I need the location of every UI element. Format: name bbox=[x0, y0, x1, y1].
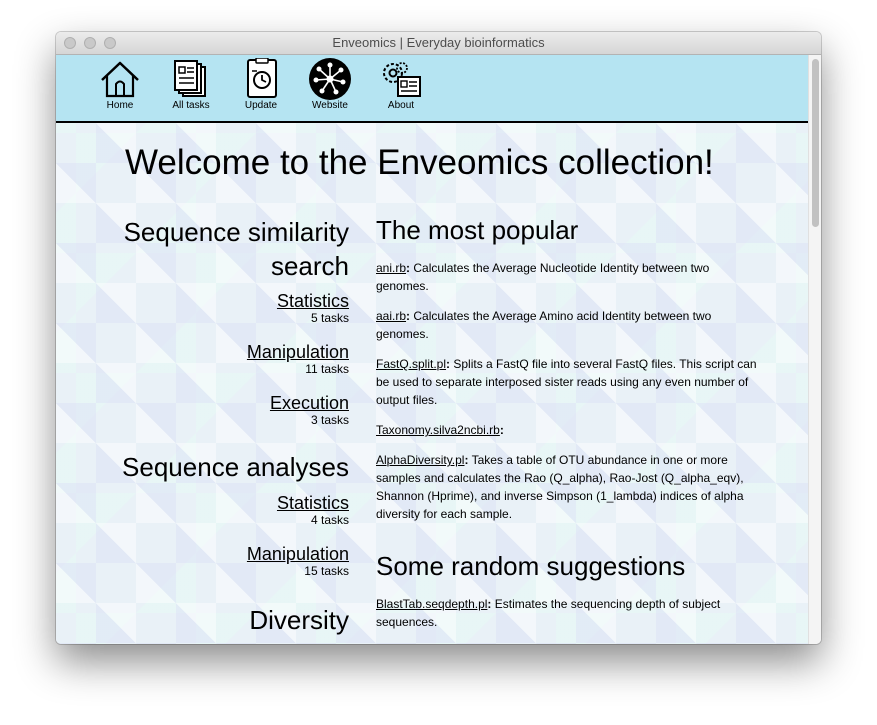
section-heading-continued: search bbox=[270, 251, 349, 281]
vertical-scrollbar[interactable] bbox=[808, 55, 821, 644]
page-title: Welcome to the Enveomics collection! bbox=[125, 143, 714, 182]
toolbar-home-label: Home bbox=[106, 100, 134, 111]
task-link[interactable]: FastQ.split.pl bbox=[376, 357, 446, 371]
toolbar-about-label: About bbox=[387, 100, 415, 111]
section-heading: Sequence analyses bbox=[122, 452, 349, 482]
toolbar-about-button[interactable]: About bbox=[369, 58, 433, 111]
toolbar-website-label: Website bbox=[312, 100, 348, 111]
section-diversity: Diversity bbox=[96, 603, 349, 637]
section-heading: Sequence similarity bbox=[123, 217, 349, 247]
popular-entry: FastQ.split.pl: Splits a FastQ file into… bbox=[376, 357, 757, 407]
task-link[interactable]: ani.rb bbox=[376, 261, 406, 275]
toolbar: Home All tasks Update Website About bbox=[56, 55, 808, 123]
toolbar-all-tasks-label: All tasks bbox=[172, 100, 210, 111]
toolbar-all-tasks-button[interactable]: All tasks bbox=[159, 58, 223, 111]
section-sequence-analyses: Sequence analyses Statistics 4 tasks Man… bbox=[96, 450, 349, 579]
minimize-window-button[interactable] bbox=[84, 37, 96, 49]
category-link-manipulation[interactable]: Manipulation bbox=[96, 544, 349, 564]
section-heading: Diversity bbox=[249, 605, 349, 635]
tasks-icon bbox=[174, 60, 206, 97]
website-icon bbox=[309, 58, 351, 100]
popular-heading: The most popular bbox=[376, 215, 579, 245]
main-content: Welcome to the Enveomics collection! Seq… bbox=[56, 123, 808, 644]
category-link-statistics[interactable]: Statistics bbox=[96, 291, 349, 311]
app-window: Enveomics | Everyday bioinformatics Home bbox=[56, 32, 821, 644]
category-link-execution[interactable]: Execution bbox=[96, 393, 349, 413]
zoom-window-button[interactable] bbox=[104, 37, 116, 49]
about-icon bbox=[383, 62, 421, 97]
scrollbar-thumb[interactable] bbox=[812, 59, 819, 227]
task-description: Calculates the Average Nucleotide Identi… bbox=[376, 261, 710, 293]
task-description: Calculates the Average Amino acid Identi… bbox=[376, 309, 712, 341]
toolbar-update-label: Update bbox=[244, 100, 278, 111]
task-link[interactable]: AlphaDiversity.pl bbox=[376, 453, 464, 467]
update-icon bbox=[247, 58, 277, 98]
category-count: 5 tasks bbox=[310, 311, 349, 325]
category-count: 11 tasks bbox=[305, 362, 349, 376]
category-count: 3 tasks bbox=[310, 413, 349, 427]
toolbar-website-button[interactable]: Website bbox=[298, 58, 362, 111]
window-title: Enveomics | Everyday bioinformatics bbox=[332, 35, 545, 50]
category-link-statistics[interactable]: Statistics bbox=[96, 493, 349, 513]
task-link[interactable]: Taxonomy.silva2ncbi.rb bbox=[376, 423, 500, 437]
title-bar: Enveomics | Everyday bioinformatics bbox=[56, 32, 821, 55]
task-link[interactable]: BlastTab.seqdepth.pl bbox=[376, 597, 487, 611]
random-heading: Some random suggestions bbox=[376, 551, 686, 581]
popular-entry: ani.rb: Calculates the Average Nucleotid… bbox=[376, 261, 710, 293]
section-sequence-similarity-search: Sequence similarity search Statistics 5 … bbox=[96, 215, 349, 428]
task-link[interactable]: aai.rb bbox=[376, 309, 406, 323]
featured-column: The most popular ani.rb: Calculates the … bbox=[376, 215, 764, 631]
popular-entry: AlphaDiversity.pl: Takes a table of OTU … bbox=[376, 453, 744, 521]
popular-entry: aai.rb: Calculates the Average Amino aci… bbox=[376, 309, 712, 341]
category-count: 15 tasks bbox=[304, 564, 349, 578]
category-link-manipulation[interactable]: Manipulation bbox=[96, 342, 349, 362]
category-count: 4 tasks bbox=[310, 513, 349, 527]
toolbar-update-button[interactable]: Update bbox=[229, 58, 293, 111]
home-icon bbox=[101, 61, 139, 98]
toolbar-home-button[interactable]: Home bbox=[88, 58, 152, 111]
random-entry: BlastTab.seqdepth.pl: Estimates the sequ… bbox=[376, 597, 721, 629]
popular-entry: Taxonomy.silva2ncbi.rb: bbox=[376, 423, 504, 437]
category-column: Sequence similarity search Statistics 5 … bbox=[96, 215, 349, 637]
close-window-button[interactable] bbox=[64, 37, 76, 49]
